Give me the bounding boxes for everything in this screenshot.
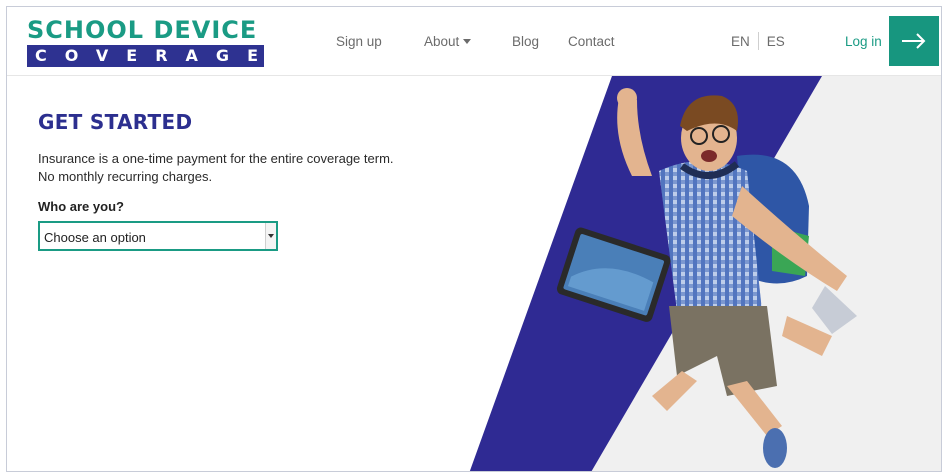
main-content: GET STARTED Insurance is a one-time paym… xyxy=(7,76,941,471)
intro-line-2: No monthly recurring charges. xyxy=(38,169,213,184)
nav-sign-up[interactable]: Sign up xyxy=(336,34,382,49)
lang-divider xyxy=(757,32,759,50)
role-select-value: Choose an option xyxy=(44,230,146,245)
lang-es[interactable]: ES xyxy=(767,34,785,49)
nav-contact[interactable]: Contact xyxy=(568,34,615,49)
intro-line-1: Insurance is a one-time payment for the … xyxy=(38,151,394,166)
browser-frame: SCHOOL DEVICE COVERAGE Sign up About Blo… xyxy=(6,6,942,472)
hero-illustration xyxy=(437,76,941,471)
role-question: Who are you? xyxy=(38,199,124,214)
caret-down-icon xyxy=(463,38,472,44)
site-header: SCHOOL DEVICE COVERAGE Sign up About Blo… xyxy=(7,7,941,76)
lang-en[interactable]: EN xyxy=(731,34,750,49)
page-title: GET STARTED xyxy=(38,110,193,134)
site-logo[interactable]: SCHOOL DEVICE COVERAGE xyxy=(27,17,264,67)
intro-text: Insurance is a one-time payment for the … xyxy=(38,150,394,186)
logo-line-2: COVERAGE xyxy=(27,45,264,67)
nav-blog[interactable]: Blog xyxy=(512,34,539,49)
nav-about[interactable]: About xyxy=(424,7,472,75)
login-link[interactable]: Log in xyxy=(845,7,882,75)
select-arrow-icon xyxy=(265,223,276,249)
nav-about-label: About xyxy=(424,33,460,49)
role-select[interactable]: Choose an option xyxy=(38,221,278,251)
login-button[interactable] xyxy=(889,16,939,66)
logo-line-1: SCHOOL DEVICE xyxy=(27,16,258,44)
arrow-right-icon xyxy=(902,33,926,49)
language-switcher: EN ES xyxy=(731,7,785,75)
